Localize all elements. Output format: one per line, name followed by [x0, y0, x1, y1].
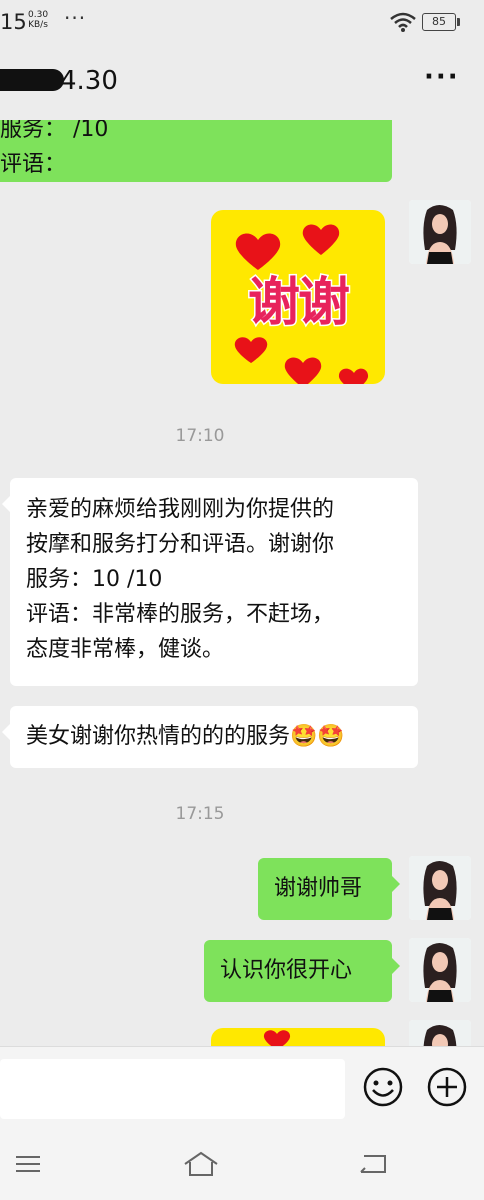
battery-level: 85	[432, 15, 446, 28]
message-bubble-partial[interactable]: 服务： /10 评语：	[0, 120, 392, 182]
sent-text: 谢谢帅哥	[274, 876, 363, 901]
starstruck-emoji: 🤩🤩	[290, 724, 345, 749]
add-icon[interactable]	[427, 1067, 467, 1107]
message-bubble-sent[interactable]: 认识你很开心	[204, 940, 400, 1002]
system-nav-bar	[0, 1132, 484, 1200]
network-speed-value: 0.30	[28, 10, 49, 20]
partial-line1: 服务： /10	[0, 120, 109, 142]
thanks-text: 美女谢谢你热情的的的服务	[26, 724, 291, 749]
message-bubble-sent[interactable]: 谢谢帅哥	[258, 858, 400, 920]
chat-area[interactable]: 服务： /10 评语： 谢谢 17:10 亲爱的麻烦给我刚刚为你提供的 按摩和服…	[0, 120, 484, 1046]
avatar[interactable]	[409, 1020, 471, 1046]
review-line5: 态度非常棒，健谈。	[26, 637, 225, 662]
timestamp: 17:10	[175, 426, 225, 446]
avatar[interactable]	[409, 200, 471, 264]
avatar[interactable]	[409, 856, 471, 920]
message-bubble-thanks[interactable]: 美女谢谢你热情的的的服务🤩🤩	[2, 706, 418, 768]
more-options-button[interactable]: ···	[424, 62, 460, 92]
avatar[interactable]	[409, 938, 471, 1002]
sent-text: 认识你很开心	[220, 958, 353, 983]
review-line3: 服务：10 /10	[26, 567, 163, 592]
thanks-sticker[interactable]: 谢谢	[211, 210, 385, 384]
input-bar	[0, 1046, 484, 1133]
home-icon[interactable]	[182, 1150, 220, 1178]
sticker-text: 谢谢	[246, 272, 351, 335]
review-line2: 按摩和服务打分和评语。谢谢你	[26, 532, 335, 557]
avatar-photo-icon	[409, 856, 471, 920]
back-icon[interactable]	[358, 1150, 388, 1178]
chat-title[interactable]: 4.30	[60, 66, 118, 96]
wifi-icon	[390, 12, 416, 32]
emoji-icon[interactable]	[363, 1067, 403, 1107]
status-bar: 15 0.30 KB/s ··· 85	[0, 0, 484, 44]
heart-icon	[263, 1030, 291, 1046]
partial-line2: 评语：	[0, 152, 67, 177]
message-bubble-review[interactable]: 亲爱的麻烦给我刚刚为你提供的 按摩和服务打分和评语。谢谢你 服务：10 /10 …	[2, 478, 418, 686]
review-line1: 亲爱的麻烦给我刚刚为你提供的	[26, 497, 335, 522]
menu-icon[interactable]	[14, 1150, 42, 1178]
message-input[interactable]	[0, 1059, 345, 1119]
redacted-name	[0, 69, 64, 91]
chat-header: 4.30 ···	[0, 44, 484, 120]
network-speed-unit: KB/s	[28, 20, 48, 30]
battery-icon: 85	[422, 13, 460, 31]
review-line4: 评语：非常棒的服务，不赶场，	[26, 602, 335, 627]
avatar-photo-icon	[409, 1020, 471, 1046]
status-time: 15	[0, 10, 27, 34]
avatar-photo-icon	[409, 938, 471, 1002]
network-speed: 0.30 KB/s	[28, 10, 48, 30]
timestamp: 17:15	[175, 804, 225, 824]
avatar-photo-icon	[409, 200, 471, 264]
notification-dots-icon: ···	[64, 6, 87, 30]
sticker-partial[interactable]	[211, 1028, 385, 1046]
